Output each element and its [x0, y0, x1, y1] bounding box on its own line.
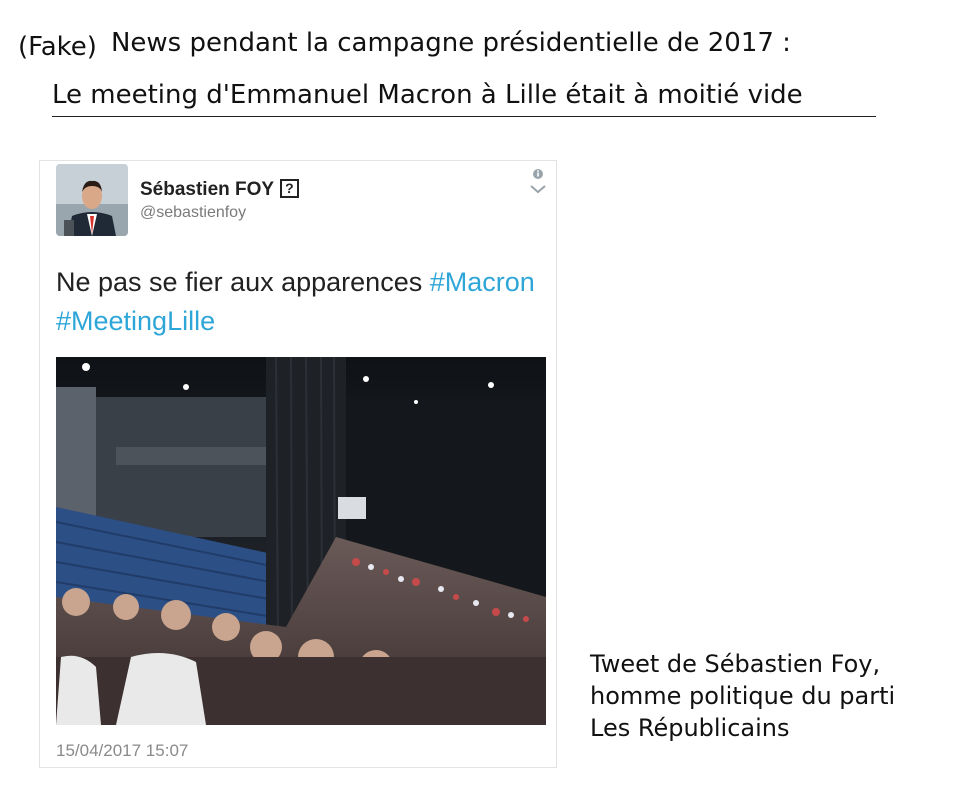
- author-name-text[interactable]: Sébastien FOY: [140, 179, 274, 200]
- tweet-photo[interactable]: [56, 357, 546, 725]
- caption-line: homme politique du parti: [590, 682, 896, 710]
- tweet-card: Sébastien FOY? @sebastienfoy Ne pas se f…: [39, 160, 557, 768]
- caption-line: Tweet de Sébastien Foy,: [590, 650, 881, 678]
- headline: (Fake) News pendant la campagne présiden…: [18, 28, 791, 62]
- subheadline: Le meeting d'Emmanuel Macron à Lille éta…: [52, 80, 876, 117]
- unknown-badge-icon: ?: [280, 179, 299, 198]
- caption: Tweet de Sébastien Foy, homme politique …: [590, 648, 940, 744]
- hashtag-macron[interactable]: #Macron: [430, 267, 535, 297]
- fake-tag: (Fake): [18, 32, 97, 62]
- chevron-down-icon[interactable]: [530, 185, 546, 194]
- caption-line: Les Républicains: [590, 714, 790, 742]
- author-handle[interactable]: @sebastienfoy: [140, 204, 246, 222]
- tweet-timestamp[interactable]: 15/04/2017 15:07: [56, 741, 188, 761]
- author-name[interactable]: Sébastien FOY?: [140, 179, 299, 201]
- fake-tag-label: Fake: [28, 32, 87, 62]
- tweet-text-plain: Ne pas se fier aux apparences: [56, 267, 430, 297]
- avatar[interactable]: [56, 164, 128, 236]
- hashtag-meetinglille[interactable]: #MeetingLille: [56, 306, 215, 336]
- tweet-text: Ne pas se fier aux apparences #Macron #M…: [56, 263, 556, 341]
- headline-text: News pendant la campagne présidentielle …: [110, 28, 791, 58]
- tweet-menu[interactable]: [528, 167, 548, 197]
- info-icon[interactable]: [533, 169, 543, 179]
